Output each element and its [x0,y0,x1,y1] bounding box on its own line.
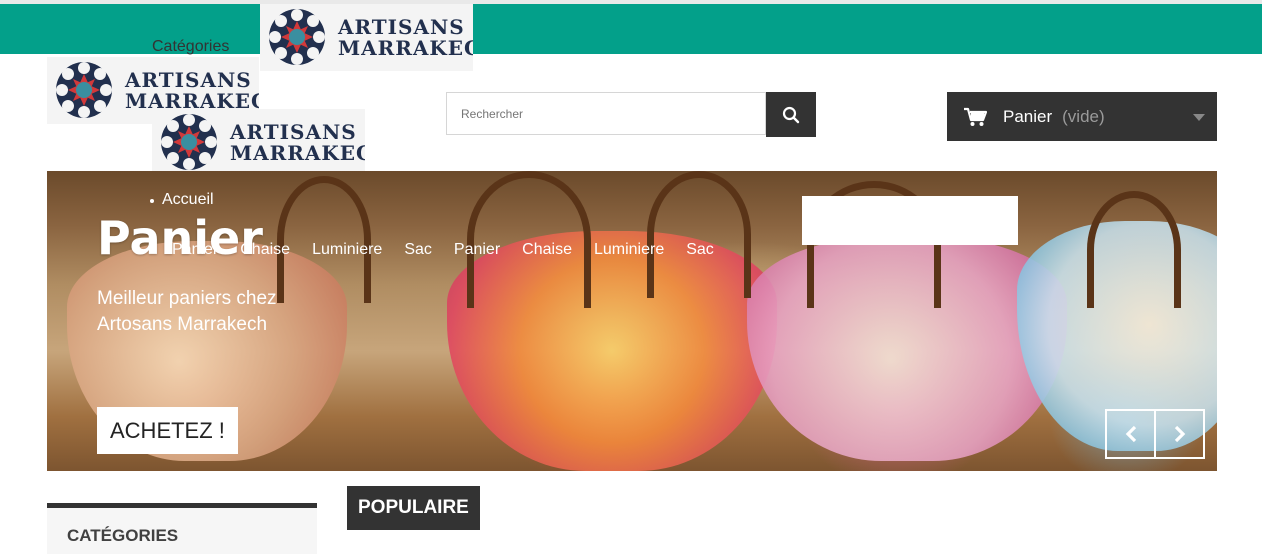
logo-text-line1: ARTISANS [338,14,465,39]
logo-star-icon [161,114,217,170]
menu-item-panier[interactable]: Panier [172,241,218,259]
breadcrumb-home[interactable]: Accueil [162,191,214,209]
logo-text-line2: MARRAKECH [338,35,473,60]
categories-block: CATÉGORIES [47,503,317,554]
next-slide-button[interactable] [1154,411,1203,457]
hero-slider: Accueil Panier Panier Chaise Luminiere S… [47,171,1217,471]
popular-tab[interactable]: POPULAIRE [347,486,480,530]
cart-icon [964,107,987,126]
search-icon [782,106,800,123]
menu-item-luminiere[interactable]: Luminiere [312,241,382,259]
slider-controls [1105,409,1205,459]
categories-link[interactable]: Catégories [152,38,229,56]
slide-description: Meilleur paniers chez Artosans Marrakech [97,288,277,335]
logo-star-icon [269,9,325,65]
slide-image [1087,191,1181,308]
logo-text: ARTISANS MARRAKECH [230,119,365,165]
site-logo[interactable]: ARTISANS MARRAKECH [152,109,365,176]
slide-image [467,171,591,308]
logo-text-line2: MARRAKECH [230,140,365,165]
search-field[interactable] [446,92,766,135]
slide-image [277,176,371,303]
search-input[interactable] [447,93,765,134]
previous-slide-button[interactable] [1107,411,1154,457]
site-logo[interactable]: ARTISANS MARRAKECH [260,4,473,71]
logo-text-line1: ARTISANS [125,67,252,92]
categories-title: CATÉGORIES [67,526,179,545]
menu-item-chaise[interactable]: Chaise [240,241,290,259]
buy-now-button[interactable]: ACHETEZ ! [97,407,238,454]
breadcrumb-dot [150,199,154,203]
cart-status: (vide) [1062,106,1105,126]
menu-item-sac[interactable]: Sac [686,241,714,259]
cart-label: Panier [1003,106,1053,126]
logo-text: ARTISANS MARRAKECH [338,14,473,60]
chevron-right-icon [1174,425,1185,443]
logo-text-line1: ARTISANS [230,119,357,144]
menu-item-luminiere[interactable]: Luminiere [594,241,664,259]
logo-star-icon [56,62,112,118]
menu-item-panier[interactable]: Panier [454,241,500,259]
search-button[interactable] [766,92,816,137]
blank-panel [802,196,1018,245]
chevron-down-icon [1193,114,1205,121]
logo-text: ARTISANS MARRAKECH [125,67,259,112]
menu-item-chaise[interactable]: Chaise [522,241,572,259]
cart-button[interactable]: Panier (vide) [947,92,1217,141]
menu-item-sac[interactable]: Sac [404,241,432,259]
main-menu: Panier Chaise Luminiere Sac Panier Chais… [172,241,736,259]
slide-image [647,171,751,298]
chevron-left-icon [1125,425,1136,443]
